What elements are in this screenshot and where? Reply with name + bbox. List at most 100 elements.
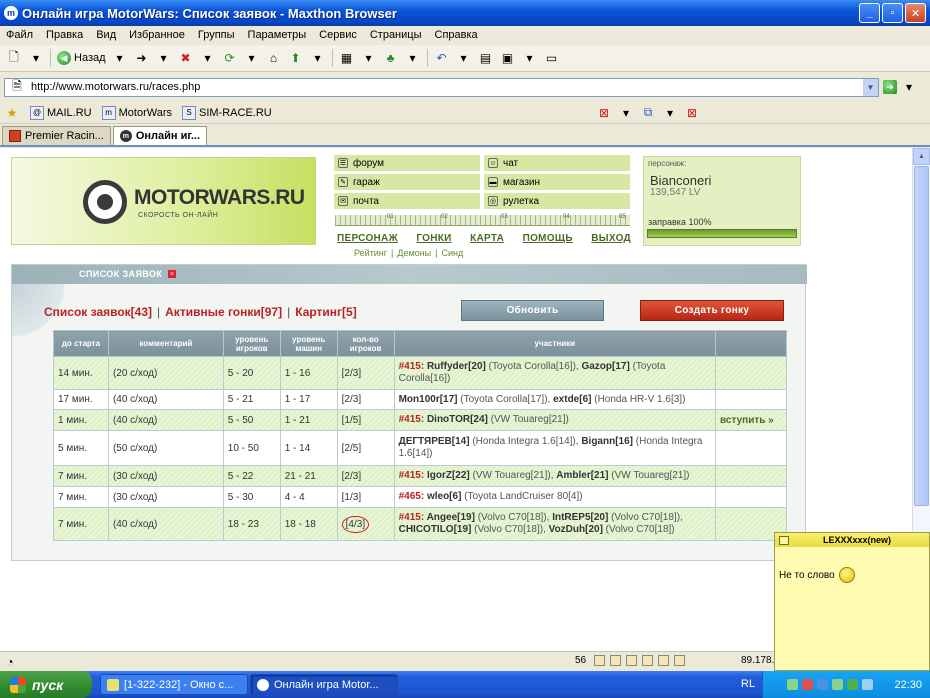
go-icon[interactable]: ➔ [883, 80, 897, 94]
forward-icon[interactable]: ➜ [134, 50, 150, 66]
participant-name[interactable]: Mon100r[17] [399, 394, 458, 405]
status-tool-icon[interactable] [610, 655, 621, 666]
up-icon[interactable]: ⬆ [288, 50, 304, 66]
dropdown-arrow-icon[interactable]: ▾ [405, 50, 421, 66]
filter-karting[interactable]: Картинг[5] [295, 305, 356, 319]
race-id[interactable]: #415: [399, 512, 427, 523]
race-id[interactable]: #465: [399, 491, 427, 502]
tray-icon[interactable] [847, 679, 858, 690]
status-tool-icon[interactable] [674, 655, 685, 666]
favorite-motorwars[interactable]: m MotorWars [101, 105, 172, 120]
race-id[interactable]: #415: [399, 470, 427, 481]
menu-tools[interactable]: Сервис [319, 29, 357, 41]
participant-name[interactable]: Ruffyder[20] [427, 361, 486, 372]
task-window-2[interactable]: Онлайн игра Motor... [250, 674, 398, 695]
restore-tab-icon[interactable]: ⧉ [640, 105, 656, 121]
start-button[interactable]: пуск [0, 671, 92, 698]
stop-icon[interactable]: ✖ [178, 50, 194, 66]
participant-name[interactable]: ДЕГТЯРЕВ[14] [399, 436, 470, 447]
participant-name[interactable]: CHICOTILO[19] [399, 524, 472, 535]
scroll-thumb[interactable] [914, 166, 929, 506]
link-demons[interactable]: Демоны [397, 248, 431, 258]
participant-name[interactable]: VozDuh[20] [549, 524, 603, 535]
menu-groups[interactable]: Группы [198, 29, 235, 41]
menu-file[interactable]: Файл [6, 29, 33, 41]
minimize-button[interactable]: _ [859, 3, 880, 23]
tab-motorwars[interactable]: m Онлайн иг... [112, 126, 208, 145]
nav-mail[interactable]: ✉ почта [334, 193, 480, 209]
link-rating[interactable]: Рейтинг [354, 248, 387, 258]
filter-active-races[interactable]: Активные гонки[97] [165, 305, 282, 319]
link-races[interactable]: ГОНКИ [416, 233, 451, 244]
dropdown-arrow-icon[interactable]: ▾ [361, 50, 377, 66]
dropdown-arrow-icon[interactable]: ▾ [28, 50, 44, 66]
nav-forum[interactable]: ☰ форум [334, 155, 480, 171]
status-tool-icon[interactable] [626, 655, 637, 666]
language-indicator[interactable]: RL [741, 678, 755, 690]
menu-pages[interactable]: Страницы [370, 29, 422, 41]
site-logo[interactable]: MOTORWARS.RU СКОРОСТЬ ОН-ЛАЙН [11, 157, 316, 245]
race-id[interactable]: #415: [399, 414, 427, 425]
menu-edit[interactable]: Правка [46, 29, 83, 41]
race-id[interactable]: #415: [399, 361, 427, 372]
participant-name[interactable]: Bigann[16] [581, 436, 633, 447]
window-icon[interactable]: ▭ [544, 50, 560, 66]
tree-icon[interactable]: ♣ [383, 50, 399, 66]
participant-name[interactable]: Gazop[17] [581, 361, 629, 372]
participant-name[interactable]: Angee[19] [427, 512, 475, 523]
tab-premier-racing[interactable]: Premier Racin... [2, 126, 111, 145]
maximize-button[interactable]: ▫ [882, 3, 903, 23]
groups-icon[interactable]: ▦ [339, 50, 355, 66]
scroll-up-icon[interactable]: ▲ [913, 148, 930, 165]
url-dropdown-icon[interactable]: ▼ [863, 78, 878, 96]
dropdown-arrow-icon[interactable]: ▾ [456, 50, 472, 66]
dropdown-arrow-icon[interactable]: ▾ [200, 50, 216, 66]
dropdown-arrow-icon[interactable]: ▾ [618, 105, 634, 121]
sidebar-icon[interactable]: ▤ [478, 50, 494, 66]
participant-name[interactable]: Ambler[21] [556, 470, 608, 481]
close-button[interactable]: ✕ [905, 3, 926, 23]
task-window-1[interactable]: [1-322-232] - Окно с... [100, 674, 248, 695]
panel-close-icon[interactable]: × [168, 270, 176, 278]
join-link[interactable]: вступить » [720, 415, 774, 426]
url-input[interactable]: 🗎 http://www.motorwars.ru/races.php ▼ [4, 77, 879, 97]
participant-name[interactable]: DinoTOR[24] [427, 414, 488, 425]
back-button[interactable]: ◀ Назад [57, 51, 106, 65]
refresh-button[interactable]: Обновить [461, 300, 604, 321]
link-exit[interactable]: ВЫХОД [591, 233, 631, 244]
favorite-mailru[interactable]: @ MAIL.RU [30, 105, 92, 120]
star-icon[interactable]: ★ [4, 105, 20, 121]
nav-chat[interactable]: ☺ чат [484, 155, 630, 171]
participant-name[interactable]: IntREP5[20] [552, 512, 608, 523]
home-icon[interactable]: ⌂ [266, 50, 282, 66]
tray-icon[interactable] [787, 679, 798, 690]
refresh-icon[interactable]: ⟳ [222, 50, 238, 66]
close-tab-icon[interactable]: ⊠ [596, 105, 612, 121]
filter-applications[interactable]: Список заявок[43] [44, 305, 152, 319]
link-map[interactable]: КАРТА [470, 233, 504, 244]
dropdown-arrow-icon[interactable]: ▾ [156, 50, 172, 66]
nav-shop[interactable]: ▬ магазин [484, 174, 630, 190]
link-help[interactable]: ПОМОЩЬ [523, 233, 573, 244]
favorite-simrace[interactable]: S SIM-RACE.RU [182, 105, 272, 120]
participant-name[interactable]: wleo[6] [427, 491, 461, 502]
participant-name[interactable]: extde[6] [553, 394, 591, 405]
dropdown-arrow-icon[interactable]: ▾ [901, 79, 917, 95]
tray-icon[interactable] [817, 679, 828, 690]
chat-popup[interactable]: LEXXXxxx(new) Не то слово [774, 532, 930, 671]
undo-icon[interactable]: ↶ [434, 50, 450, 66]
participant-name[interactable]: IgorZ[22] [427, 470, 470, 481]
menu-options[interactable]: Параметры [248, 29, 307, 41]
status-tool-icon[interactable] [658, 655, 669, 666]
dropdown-arrow-icon[interactable]: ▾ [522, 50, 538, 66]
nav-garage[interactable]: ✎ гараж [334, 174, 480, 190]
dropdown-arrow-icon[interactable]: ▾ [310, 50, 326, 66]
dropdown-arrow-icon[interactable]: ▾ [662, 105, 678, 121]
close-all-icon[interactable]: ⊠ [684, 105, 700, 121]
screenshot-icon[interactable]: ▣ [500, 50, 516, 66]
status-tool-icon[interactable] [642, 655, 653, 666]
dropdown-arrow-icon[interactable]: ▾ [112, 50, 128, 66]
create-race-button[interactable]: Создать гонку [640, 300, 784, 321]
nav-roulette[interactable]: ◎ рулетка [484, 193, 630, 209]
menu-favorites[interactable]: Избранное [129, 29, 185, 41]
